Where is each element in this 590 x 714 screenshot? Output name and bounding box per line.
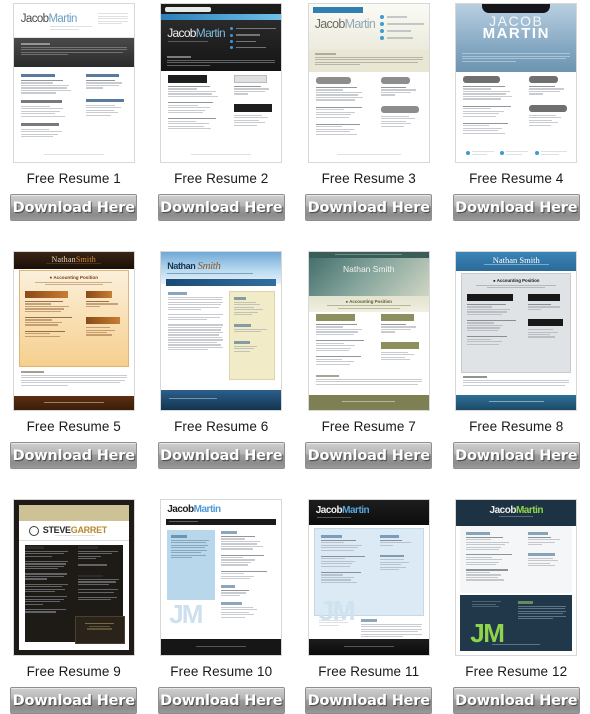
resume-card-9: STEVEGARRET Free Resume 9 Download Here (0, 497, 148, 714)
card-caption-8: Free Resume 8 (469, 419, 564, 434)
card-caption-3: Free Resume 3 (321, 171, 416, 186)
download-button-7[interactable]: Download Here (305, 442, 433, 469)
resume-card-12: JacobMartin JM Free Resume 12 Download H… (443, 497, 590, 714)
resume-card-11: JacobMartin JM Free Resume 11 Download H… (295, 497, 443, 714)
download-button-12[interactable]: Download Here (452, 687, 580, 714)
resume-thumbnail-3[interactable]: JacobMartin (307, 3, 430, 163)
download-button-label-12: Download Here (455, 692, 578, 709)
preview-name-2: JacobMartin (167, 26, 225, 40)
resume-thumbnail-1[interactable]: JacobMartin (12, 3, 135, 163)
preview-name-4: JACOB MARTIN (482, 13, 550, 42)
resume-thumbnail-10[interactable]: JacobMartin JM (160, 499, 283, 656)
card-caption-7: Free Resume 7 (321, 419, 416, 434)
resume-card-10: JacobMartin JM Free Resume 10 Download H… (148, 497, 296, 714)
resume-thumbnail-12[interactable]: JacobMartin JM (455, 499, 578, 656)
download-button-label-10: Download Here (160, 692, 283, 709)
download-button-label-7: Download Here (307, 447, 430, 464)
download-button-label-8: Download Here (455, 447, 578, 464)
resume-card-1: JacobMartin Free Resume 1 Download Here (0, 0, 148, 248)
card-caption-4: Free Resume 4 (469, 171, 564, 186)
download-button-10[interactable]: Download Here (157, 687, 285, 714)
card-caption-12: Free Resume 12 (465, 664, 568, 679)
resume-card-7: Nathan Smith ● Accounting Position Free … (295, 248, 443, 497)
download-button-label-6: Download Here (160, 447, 283, 464)
download-button-9[interactable]: Download Here (10, 687, 138, 714)
preview-name-7: Nathan Smith (342, 264, 395, 274)
download-button-label-1: Download Here (12, 199, 135, 216)
preview-name-11: JacobMartin (315, 505, 370, 516)
resume-thumbnail-7[interactable]: Nathan Smith ● Accounting Position (307, 251, 430, 411)
preview-name-1: JacobMartin (20, 13, 78, 25)
resume-thumbnail-6[interactable]: Nathan Smith (160, 251, 283, 411)
download-button-label-4: Download Here (455, 199, 578, 216)
resume-card-3: JacobMartin Free Resume 3 Download Here (295, 0, 443, 248)
resume-thumbnail-2[interactable]: JacobMartin (160, 3, 283, 163)
card-caption-11: Free Resume 11 (318, 664, 420, 679)
resume-thumbnail-5[interactable]: NathanSmith ● Accounting Position (12, 251, 135, 411)
download-button-11[interactable]: Download Here (305, 687, 433, 714)
card-caption-1: Free Resume 1 (26, 171, 121, 186)
card-caption-10: Free Resume 10 (170, 664, 273, 679)
download-button-label-9: Download Here (12, 692, 135, 709)
resume-thumbnail-11[interactable]: JacobMartin JM (307, 499, 430, 656)
download-button-4[interactable]: Download Here (452, 194, 580, 221)
gear-icon (28, 526, 39, 536)
download-button-label-2: Download Here (160, 199, 283, 216)
resume-thumbnail-9[interactable]: STEVEGARRET (12, 499, 135, 656)
preview-name-3: JacobMartin (314, 17, 376, 31)
preview-monogram-11: JM (318, 595, 356, 626)
resume-card-8: Nathan Smith ● Accounting Position Free … (443, 248, 590, 497)
resume-card-2: JacobMartin Free Resume 2 Download Here (148, 0, 296, 248)
download-button-6[interactable]: Download Here (157, 442, 285, 469)
download-button-5[interactable]: Download Here (10, 442, 138, 469)
download-button-2[interactable]: Download Here (157, 194, 285, 221)
preview-name-6: Nathan Smith (167, 260, 221, 272)
resume-card-5: NathanSmith ● Accounting Position Free R… (0, 248, 148, 497)
resume-card-4: JACOB MARTIN Free Resume 4 Download Here (443, 0, 590, 248)
download-button-8[interactable]: Download Here (452, 442, 580, 469)
card-caption-6: Free Resume 6 (174, 419, 269, 434)
card-caption-5: Free Resume 5 (26, 419, 121, 434)
download-button-label-11: Download Here (307, 692, 430, 709)
resume-thumbnail-4[interactable]: JACOB MARTIN (455, 3, 578, 163)
resume-template-grid: JacobMartin Free Resume 1 Download Here … (0, 0, 590, 714)
download-button-label-3: Download Here (307, 199, 430, 216)
download-button-1[interactable]: Download Here (10, 194, 138, 221)
preview-name-12: JacobMartin (489, 505, 544, 516)
card-caption-2: Free Resume 2 (174, 171, 269, 186)
card-caption-9: Free Resume 9 (26, 664, 121, 679)
resume-card-6: Nathan Smith Free Resume 6 Download Here (148, 248, 296, 497)
preview-contact-card-9 (74, 616, 125, 644)
resume-thumbnail-8[interactable]: Nathan Smith ● Accounting Position (455, 251, 578, 411)
preview-name-10: JacobMartin (167, 504, 221, 515)
download-button-label-5: Download Here (12, 447, 135, 464)
download-button-3[interactable]: Download Here (305, 194, 433, 221)
preview-monogram-10: JM (169, 599, 203, 629)
preview-sidebar-10 (167, 530, 216, 600)
